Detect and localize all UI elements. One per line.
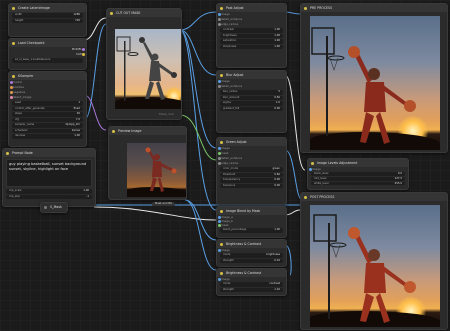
clip-scale-widget[interactable]: clip_scale 1.00: [6, 189, 92, 194]
node-status-icon: [44, 205, 47, 209]
node-status-icon: [311, 161, 314, 165]
clip-skip-widget[interactable]: clip_skip -1: [6, 194, 92, 199]
post-adjust-node[interactable]: Post Adjust image detail_enhance edge_ra…: [216, 3, 287, 68]
node-status-icon: [220, 6, 223, 10]
transparency-widget[interactable]: transparency 0.00: [220, 178, 283, 183]
white-level-widget[interactable]: white_level 255.0: [311, 181, 405, 186]
preview-image: [127, 143, 186, 197]
levels-input-image[interactable]: image: [308, 167, 408, 171]
gradient-widget[interactable]: gradient_fall 0.00: [220, 106, 283, 111]
color-mode-widget[interactable]: color_mode green: [220, 167, 283, 172]
scheduler-widget[interactable]: scheduler karras: [12, 128, 83, 133]
player-figure: [145, 147, 177, 192]
enhanced-player-photo: [313, 214, 416, 323]
player-silhouette: [116, 36, 177, 101]
tolerance-widget[interactable]: tolerance 0.00: [220, 183, 283, 188]
ib-input-mask[interactable]: mask: [217, 223, 286, 227]
prompt-textarea[interactable]: guy playing basketball, sunset backgroun…: [6, 159, 92, 187]
cutout-mask-node[interactable]: CUT OUT MASK Mask_Out: [106, 8, 182, 120]
node-status-icon: [304, 6, 307, 10]
mid-level-widget[interactable]: mid_level 127.5: [311, 176, 405, 181]
blur-adjust-node[interactable]: Blur Adjust image detail_enhance blur_ra…: [216, 70, 287, 133]
clip-output[interactable]: CLIP: [9, 52, 86, 57]
node-status-icon: [6, 151, 9, 155]
ks-input-latent[interactable]: latent_image: [9, 95, 86, 100]
height-widget[interactable]: height 720: [12, 18, 83, 23]
image-blend-node[interactable]: Image Blend by Mask image_a image_b mask…: [216, 206, 287, 238]
node-status-icon: [12, 6, 15, 10]
node-status-icon: [112, 129, 115, 133]
cutout-preview-image: [115, 29, 181, 109]
green-adjust-node[interactable]: Green Adjust image mask detail_enhance e…: [216, 137, 287, 205]
ga-input-edge[interactable]: edge_radius: [217, 161, 286, 166]
control-widget[interactable]: control_after_generate fixed: [12, 106, 83, 111]
node-status-icon: [220, 73, 223, 77]
node-status-icon: [220, 271, 223, 275]
blur-amount-widget[interactable]: blur_amount 0.50: [220, 95, 283, 100]
bc1-strength-widget[interactable]: strength 0.10: [220, 258, 283, 263]
basketball-player-photo: [311, 27, 416, 144]
node-status-icon: [220, 209, 223, 213]
post-process-image: [310, 205, 440, 327]
bc1-input-image[interactable]: image: [217, 248, 286, 252]
saturation-widget[interactable]: saturation 1.00: [220, 39, 283, 44]
bc1-mode-widget[interactable]: mode brightness: [220, 253, 283, 258]
width-widget[interactable]: width 1280: [12, 13, 83, 18]
ba-input-detail[interactable]: detail_enhance: [217, 84, 286, 89]
post-process-node[interactable]: POST PROCESS: [300, 192, 448, 330]
prompt-node[interactable]: Prompt Node guy playing basketball, suns…: [2, 148, 96, 207]
node-title: Create LatentImage: [18, 6, 50, 10]
pre-process-node[interactable]: PRE PROCESS: [300, 3, 448, 153]
load-checkpoint-node[interactable]: Load Checkpoint MODEL CLIP sd_xl_base_1.…: [8, 38, 87, 70]
node-status-icon: [304, 195, 307, 199]
bc2-mode-widget[interactable]: mode contrast: [220, 282, 283, 287]
node-status-icon: [12, 41, 15, 45]
mask-output-label: Mask_Out: [159, 112, 174, 116]
brightness-widget[interactable]: brightness 1.00: [220, 33, 283, 38]
cfg-widget[interactable]: cfg 7.0: [12, 117, 83, 122]
mask-and-bg-label[interactable]: Mask and BG: [152, 202, 175, 206]
sampler-widget[interactable]: sampler_name dpmpp_2m: [12, 123, 83, 128]
latent-image-node[interactable]: Create LatentImage width 1280 height 720: [8, 3, 87, 37]
black-level-widget[interactable]: black_level 0.0: [311, 172, 405, 176]
ckpt-name-widget[interactable]: sd_xl_base_1.0.safetensors: [12, 58, 83, 63]
node-status-icon: [220, 242, 223, 246]
bc2-input-image[interactable]: image: [217, 277, 286, 281]
sharpness-widget[interactable]: sharpness 1.00: [220, 44, 283, 49]
blur-radius-widget[interactable]: blur_radius 5: [220, 90, 283, 95]
image-levels-node[interactable]: Image Levels Adjustment image black_leve…: [307, 158, 409, 190]
small-mask-node[interactable]: S_Mask: [40, 202, 68, 213]
seed-widget[interactable]: seed 1: [12, 101, 83, 106]
pre-process-image: [310, 16, 440, 150]
bc2-strength-widget[interactable]: strength 1.10: [220, 287, 283, 292]
steps-widget[interactable]: steps 20: [12, 112, 83, 117]
blend-pct-widget[interactable]: blend_percentage 1.00: [220, 228, 283, 233]
threshold-widget[interactable]: threshold 0.60: [220, 172, 283, 177]
pa-input-edge[interactable]: edge_radius: [217, 22, 286, 27]
node-status-icon: [12, 74, 15, 78]
contrast-widget[interactable]: contrast 1.00: [220, 28, 283, 33]
sigma-widget[interactable]: sigma 1.0: [220, 101, 283, 106]
ksampler-node[interactable]: KSampler model positive negative latent_…: [8, 71, 87, 147]
preview-image-node[interactable]: Preview Image: [108, 126, 187, 200]
node-status-icon: [220, 140, 223, 144]
denoise-widget[interactable]: denoise 1.00: [12, 134, 83, 139]
brightness-contrast-node-1[interactable]: Brightness & Contrast image mode brightne…: [216, 239, 287, 267]
node-status-icon: [110, 11, 113, 15]
brightness-contrast-node-2[interactable]: Brightness & Contrast image mode contrast…: [216, 268, 287, 296]
